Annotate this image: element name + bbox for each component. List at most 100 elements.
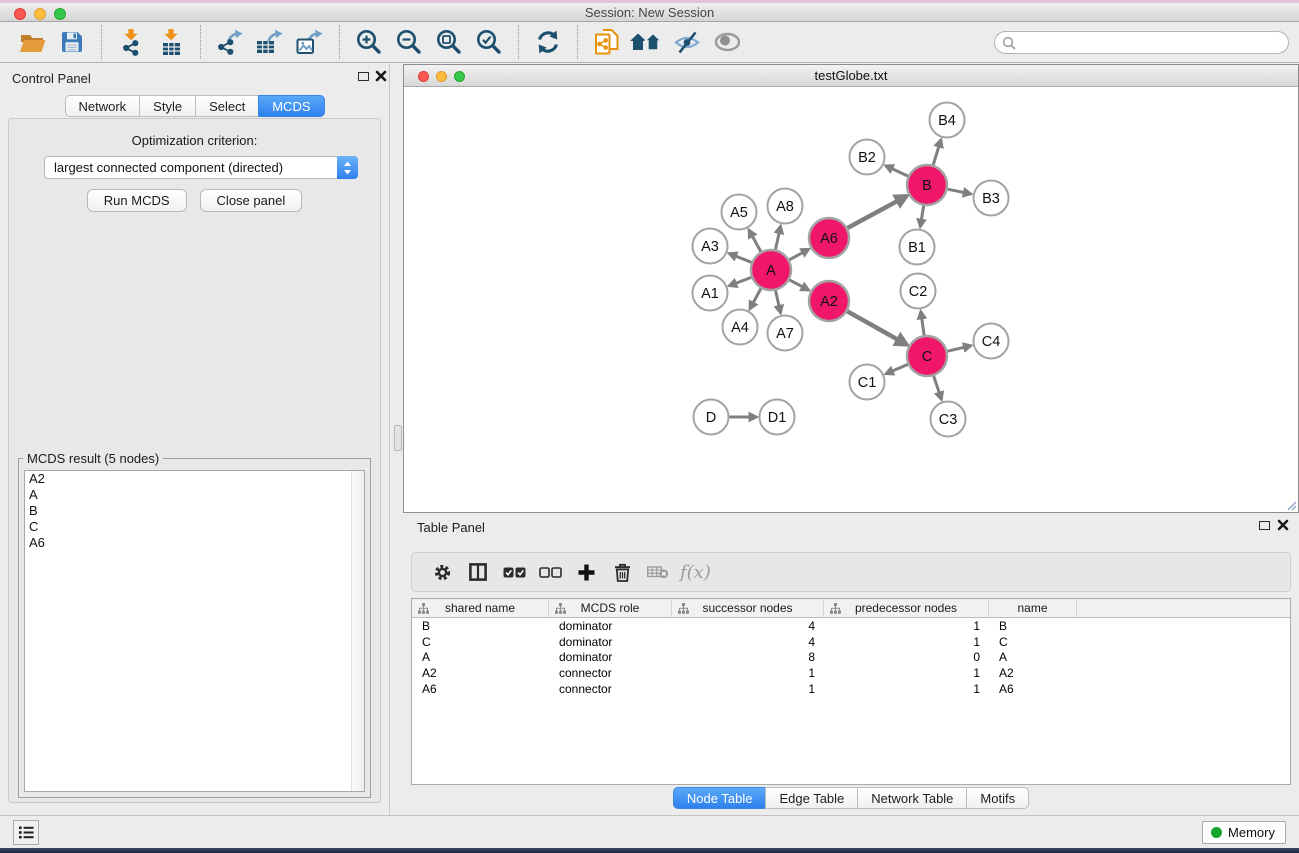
graph-node-A[interactable]: A (751, 250, 791, 290)
column-header[interactable]: name (989, 599, 1077, 617)
table-close-icon[interactable] (1277, 519, 1289, 531)
table-cell[interactable]: C (989, 634, 1077, 650)
table-row[interactable]: Adominator80A (412, 650, 1290, 666)
close-panel-icon[interactable] (375, 70, 387, 82)
resize-grip-icon[interactable] (1286, 500, 1297, 511)
result-scrollbar[interactable] (351, 471, 364, 791)
tab-node-table[interactable]: Node Table (673, 787, 767, 809)
graph-edge-B-B3[interactable] (948, 189, 971, 194)
table-cell[interactable]: 1 (672, 681, 824, 697)
export-table-button[interactable] (253, 24, 287, 60)
import-network-button[interactable] (114, 24, 148, 60)
delete-columns-button[interactable] (604, 556, 640, 588)
network-window-titlebar[interactable]: testGlobe.txt (404, 65, 1298, 87)
graph-node-A8[interactable]: A8 (768, 189, 803, 224)
table-cell[interactable]: dominator (549, 634, 672, 650)
column-header[interactable]: MCDS role (549, 599, 672, 617)
network-graph[interactable]: AA1A2A3A4A5A6A7A8BB1B2B3B4CC1C2C3C4DD1 (404, 87, 1298, 513)
graph-edge-B-B4[interactable] (933, 140, 941, 165)
mcds-result-item[interactable]: A6 (25, 535, 364, 551)
table-cell[interactable]: A (412, 650, 549, 666)
export-image-button[interactable] (293, 24, 327, 60)
run-mcds-button[interactable]: Run MCDS (87, 189, 187, 212)
graph-edge-A-A5[interactable] (749, 230, 761, 252)
table-cell[interactable]: connector (549, 665, 672, 681)
graph-edge-A6-B[interactable] (847, 196, 906, 228)
table-cell[interactable]: C (412, 634, 549, 650)
graph-edge-B-B1[interactable] (920, 206, 923, 227)
table-float-icon[interactable] (1259, 521, 1270, 530)
task-history-button[interactable] (13, 820, 39, 845)
column-header[interactable]: shared name (412, 599, 549, 617)
tab-motifs[interactable]: Motifs (966, 787, 1029, 809)
graph-node-B4[interactable]: B4 (930, 103, 965, 138)
table-cell[interactable]: B (412, 618, 549, 634)
graph-node-A1[interactable]: A1 (693, 276, 728, 311)
maximize-window-button[interactable] (54, 8, 66, 20)
mcds-result-item[interactable]: C (25, 519, 364, 535)
refresh-button[interactable] (531, 24, 565, 60)
network-maximize-button[interactable] (454, 71, 465, 82)
graph-edge-A-A2[interactable] (790, 280, 809, 290)
table-cell[interactable]: A (989, 650, 1077, 666)
table-row[interactable]: A6connector11A6 (412, 681, 1290, 697)
network-canvas[interactable]: AA1A2A3A4A5A6A7A8BB1B2B3B4CC1C2C3C4DD1 (404, 87, 1298, 512)
mcds-result-item[interactable]: A2 (25, 471, 364, 487)
graph-node-C2[interactable]: C2 (901, 274, 936, 309)
table-cell[interactable]: 4 (672, 634, 824, 650)
create-column-button[interactable] (568, 556, 604, 588)
table-cell[interactable]: 1 (824, 665, 989, 681)
show-all-networks-button[interactable] (630, 24, 664, 60)
network-close-button[interactable] (418, 71, 429, 82)
table-cell[interactable]: A6 (412, 681, 549, 697)
table-cell[interactable]: A2 (412, 665, 549, 681)
save-session-button[interactable] (55, 24, 89, 60)
panel-splitter-handle[interactable] (394, 425, 402, 451)
graph-edge-A-A3[interactable] (729, 254, 751, 263)
graph-edge-A-A8[interactable] (775, 226, 780, 249)
minimize-window-button[interactable] (34, 8, 46, 20)
tab-select[interactable]: Select (195, 95, 259, 117)
memory-button[interactable]: Memory (1202, 821, 1286, 844)
hide-selected-button[interactable] (670, 24, 704, 60)
graph-edge-A2-C[interactable] (847, 311, 907, 344)
apply-function-button[interactable]: f(x) (680, 562, 711, 583)
open-session-button[interactable] (15, 24, 49, 60)
import-table-button[interactable] (154, 24, 188, 60)
zoom-out-button[interactable] (392, 24, 426, 60)
network-minimize-button[interactable] (436, 71, 447, 82)
table-cell[interactable]: 0 (824, 650, 989, 666)
graph-node-A4[interactable]: A4 (723, 310, 758, 345)
graph-node-A2[interactable]: A2 (809, 281, 849, 321)
table-cell[interactable]: 1 (824, 681, 989, 697)
table-cell[interactable]: dominator (549, 618, 672, 634)
graph-edge-C-C3[interactable] (934, 376, 942, 400)
node-table[interactable]: shared nameMCDS rolesuccessor nodesprede… (411, 598, 1291, 785)
tab-network[interactable]: Network (64, 95, 140, 117)
mcds-result-item[interactable]: B (25, 503, 364, 519)
export-network-button[interactable] (213, 24, 247, 60)
table-row[interactable]: Cdominator41C (412, 634, 1290, 650)
table-cell[interactable]: 4 (672, 618, 824, 634)
table-cell[interactable]: 8 (672, 650, 824, 666)
graph-edge-A-A1[interactable] (729, 277, 751, 285)
graph-edge-C-C4[interactable] (947, 346, 971, 352)
graph-node-A6[interactable]: A6 (809, 218, 849, 258)
table-cell[interactable]: B (989, 618, 1077, 634)
graph-edge-C-C2[interactable] (921, 311, 924, 335)
graph-node-C4[interactable]: C4 (974, 324, 1009, 359)
table-cell[interactable]: 1 (672, 665, 824, 681)
show-selected-button[interactable] (710, 24, 744, 60)
tab-style[interactable]: Style (139, 95, 196, 117)
graph-node-A3[interactable]: A3 (693, 229, 728, 264)
table-cell[interactable]: 1 (824, 634, 989, 650)
zoom-in-button[interactable] (352, 24, 386, 60)
graph-node-A7[interactable]: A7 (768, 316, 803, 351)
tab-mcds[interactable]: MCDS (258, 95, 324, 117)
table-cell[interactable]: dominator (549, 650, 672, 666)
graph-node-B2[interactable]: B2 (850, 140, 885, 175)
graph-edge-A-A6[interactable] (789, 249, 808, 260)
table-row[interactable]: A2connector11A2 (412, 665, 1290, 681)
table-cell[interactable]: 1 (824, 618, 989, 634)
graph-edge-A-A7[interactable] (776, 290, 781, 312)
